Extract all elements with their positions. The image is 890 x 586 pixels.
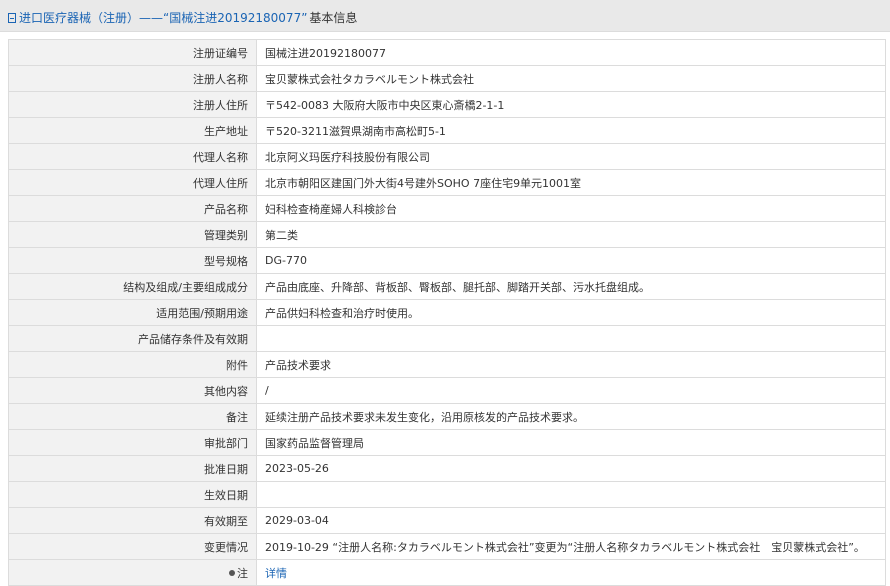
note-value-cell: 详情 <box>256 559 886 586</box>
table-row: 附件 产品技术要求 <box>8 351 886 378</box>
row-value: 产品由底座、升降部、背板部、臀板部、腿托部、脚踏开关部、污水托盘组成。 <box>256 273 886 300</box>
table-row: 管理类别 第二类 <box>8 221 886 248</box>
table-row: 审批部门 国家药品监督管理局 <box>8 429 886 456</box>
page-title: 进口医疗器械（注册）——“国械注进20192180077” 基本信息 <box>8 9 357 26</box>
row-label: 产品名称 <box>8 195 257 222</box>
row-value: 产品供妇科检查和治疗时使用。 <box>256 299 886 326</box>
row-label: 注册人住所 <box>8 91 257 118</box>
row-value: 国械注进20192180077 <box>256 39 886 66</box>
table-row: 变更情况 2019-10-29 “注册人名称:タカラベルモント株式会社”变更为“注… <box>8 533 886 560</box>
row-value: 宝贝蒙株式会社タカラベルモント株式会社 <box>256 65 886 92</box>
note-row: 注 详情 <box>8 559 886 586</box>
row-value: 2023-05-26 <box>256 455 886 482</box>
table-row: 代理人名称 北京阿义玛医疗科技股份有限公司 <box>8 143 886 170</box>
note-label: 注 <box>237 566 248 580</box>
pin-icon <box>229 569 235 576</box>
row-label: 管理类别 <box>8 221 257 248</box>
row-value: 〒520-3211滋賀県湖南市高松町5-1 <box>256 117 886 144</box>
row-label: 代理人住所 <box>8 169 257 196</box>
row-label: 批准日期 <box>8 455 257 482</box>
table-row: 有效期至 2029-03-04 <box>8 507 886 534</box>
row-value <box>256 481 886 508</box>
row-value: / <box>256 377 886 404</box>
page-title-suffix: 基本信息 <box>309 11 358 25</box>
table-row: 批准日期 2023-05-26 <box>8 455 886 482</box>
row-value <box>256 325 886 352</box>
table-row: 注册人名称 宝贝蒙株式会社タカラベルモント株式会社 <box>8 65 886 92</box>
table-row: 产品储存条件及有效期 <box>8 325 886 352</box>
row-value: 延续注册产品技术要求未发生变化，沿用原核发的产品技术要求。 <box>256 403 886 430</box>
row-label: 生效日期 <box>8 481 257 508</box>
table-row: 注册证编号 国械注进20192180077 <box>8 39 886 66</box>
row-label: 生产地址 <box>8 117 257 144</box>
table-row: 型号规格 DG-770 <box>8 247 886 274</box>
row-label: 结构及组成/主要组成成分 <box>8 273 257 300</box>
info-table: 注册证编号 国械注进20192180077 注册人名称 宝贝蒙株式会社タカラベルモン… <box>8 39 886 586</box>
row-value: 〒542-0083 大阪府大阪市中央区東心斎橋2-1-1 <box>256 91 886 118</box>
table-row: 备注 延续注册产品技术要求未发生变化，沿用原核发的产品技术要求。 <box>8 403 886 430</box>
row-value: 北京阿义玛医疗科技股份有限公司 <box>256 143 886 170</box>
row-label: 型号规格 <box>8 247 257 274</box>
row-value: 产品技术要求 <box>256 351 886 378</box>
row-label: 审批部门 <box>8 429 257 456</box>
document-icon <box>8 12 16 23</box>
table-row: 代理人住所 北京市朝阳区建国门外大街4号建外SOHO 7座住宅9单元1001室 <box>8 169 886 196</box>
row-value: 妇科检查椅産婦人科検診台 <box>256 195 886 222</box>
detail-link[interactable]: 详情 <box>265 567 287 580</box>
table-row: 结构及组成/主要组成成分 产品由底座、升降部、背板部、臀板部、腿托部、脚踏开关部、… <box>8 273 886 300</box>
row-value: 北京市朝阳区建国门外大街4号建外SOHO 7座住宅9单元1001室 <box>256 169 886 196</box>
row-value: 2029-03-04 <box>256 507 886 534</box>
table-row: 注册人住所 〒542-0083 大阪府大阪市中央区東心斎橋2-1-1 <box>8 91 886 118</box>
row-value: 国家药品监督管理局 <box>256 429 886 456</box>
row-label: 附件 <box>8 351 257 378</box>
row-label: 产品储存条件及有效期 <box>8 325 257 352</box>
table-row: 生效日期 <box>8 481 886 508</box>
row-label: 适用范围/预期用途 <box>8 299 257 326</box>
row-value: DG-770 <box>256 247 886 274</box>
row-label: 其他内容 <box>8 377 257 404</box>
page-header: 进口医疗器械（注册）——“国械注进20192180077” 基本信息 <box>0 0 890 32</box>
row-label: 注册人名称 <box>8 65 257 92</box>
row-value: 2019-10-29 “注册人名称:タカラベルモント株式会社”变更为“注册人名称… <box>256 533 886 560</box>
table-row: 适用范围/预期用途 产品供妇科检查和治疗时使用。 <box>8 299 886 326</box>
table-row: 其他内容 / <box>8 377 886 404</box>
row-label: 注册证编号 <box>8 39 257 66</box>
row-value: 第二类 <box>256 221 886 248</box>
table-row: 产品名称 妇科检查椅産婦人科検診台 <box>8 195 886 222</box>
row-label: 有效期至 <box>8 507 257 534</box>
row-label: 备注 <box>8 403 257 430</box>
table-row: 生产地址 〒520-3211滋賀県湖南市高松町5-1 <box>8 117 886 144</box>
row-label: 代理人名称 <box>8 143 257 170</box>
page-title-text: 进口医疗器械（注册）——“国械注进20192180077” <box>19 11 308 25</box>
note-label-cell: 注 <box>8 559 257 586</box>
row-label: 变更情况 <box>8 533 257 560</box>
